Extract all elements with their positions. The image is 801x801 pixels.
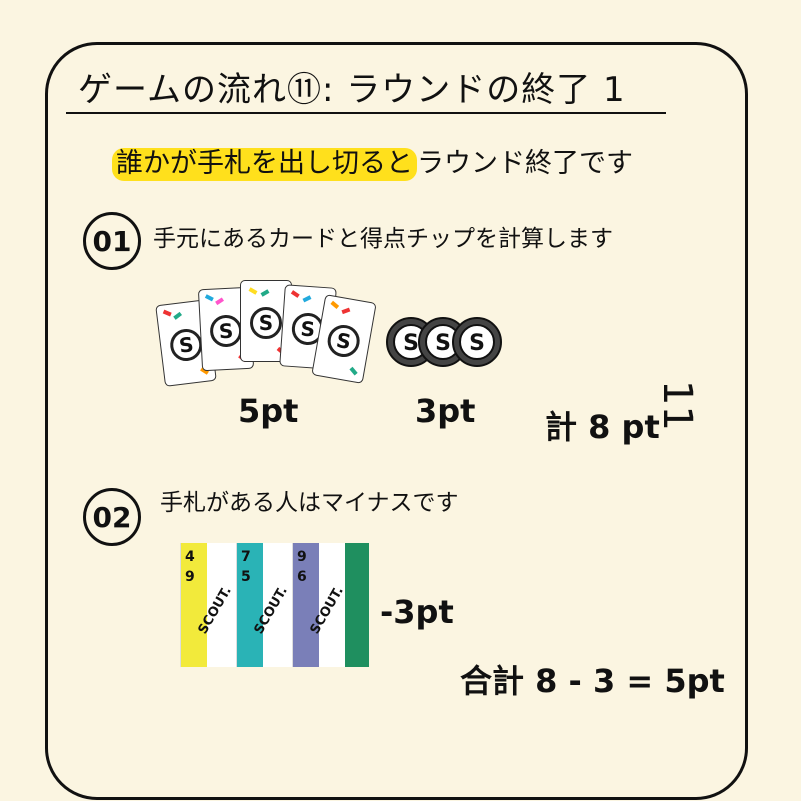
cards-points: 5pt bbox=[238, 392, 299, 430]
step-text-02: 手札がある人はマイナスです bbox=[160, 490, 459, 516]
card-bottom-number: 9 bbox=[185, 569, 195, 585]
title-underline bbox=[66, 112, 666, 114]
page-title: ゲームの流れ⑪: ラウンドの終了 1 bbox=[78, 70, 626, 110]
hand-card-2: 7 5 SCOUT. bbox=[236, 543, 293, 667]
headline-highlight: 誰かが手札を出し切ると bbox=[112, 148, 417, 181]
step1-total: 計 8 pt bbox=[545, 408, 660, 446]
hand-card-3: 9 6 SCOUT. bbox=[292, 543, 369, 667]
hand-card-1: 4 9 SCOUT. bbox=[180, 543, 237, 667]
card-bottom-number: 5 bbox=[241, 569, 251, 585]
card-color-stripe bbox=[345, 543, 369, 667]
scout-logo-icon: S bbox=[168, 327, 205, 363]
minus-points: -3pt bbox=[380, 593, 454, 631]
chips-points: 3pt bbox=[415, 392, 476, 430]
headline-rest: ラウンド終了です bbox=[417, 148, 633, 179]
step-badge-02: 02 bbox=[83, 488, 141, 546]
scout-logo-icon: S bbox=[325, 322, 363, 360]
scout-logo-icon: S bbox=[250, 307, 282, 339]
svg-text:S: S bbox=[403, 331, 419, 356]
card-top-number: 7 bbox=[241, 549, 251, 565]
page-number: 11 bbox=[654, 380, 700, 431]
svg-text:S: S bbox=[435, 331, 451, 356]
score-chip-icons: S S S bbox=[386, 317, 502, 367]
headline: 誰かが手札を出し切ると ラウンド終了です bbox=[112, 144, 633, 184]
final-total: 合計 8 - 3 = 5pt bbox=[460, 662, 725, 700]
svg-text:S: S bbox=[469, 331, 485, 356]
step-text-01: 手元にあるカードと得点チップを計算します bbox=[153, 226, 613, 252]
step-badge-01: 01 bbox=[83, 212, 141, 270]
scout-logo-icon: S bbox=[209, 314, 243, 348]
card-bottom-number: 6 bbox=[297, 569, 307, 585]
card-top-number: 9 bbox=[297, 549, 307, 565]
card-top-number: 4 bbox=[185, 549, 195, 565]
